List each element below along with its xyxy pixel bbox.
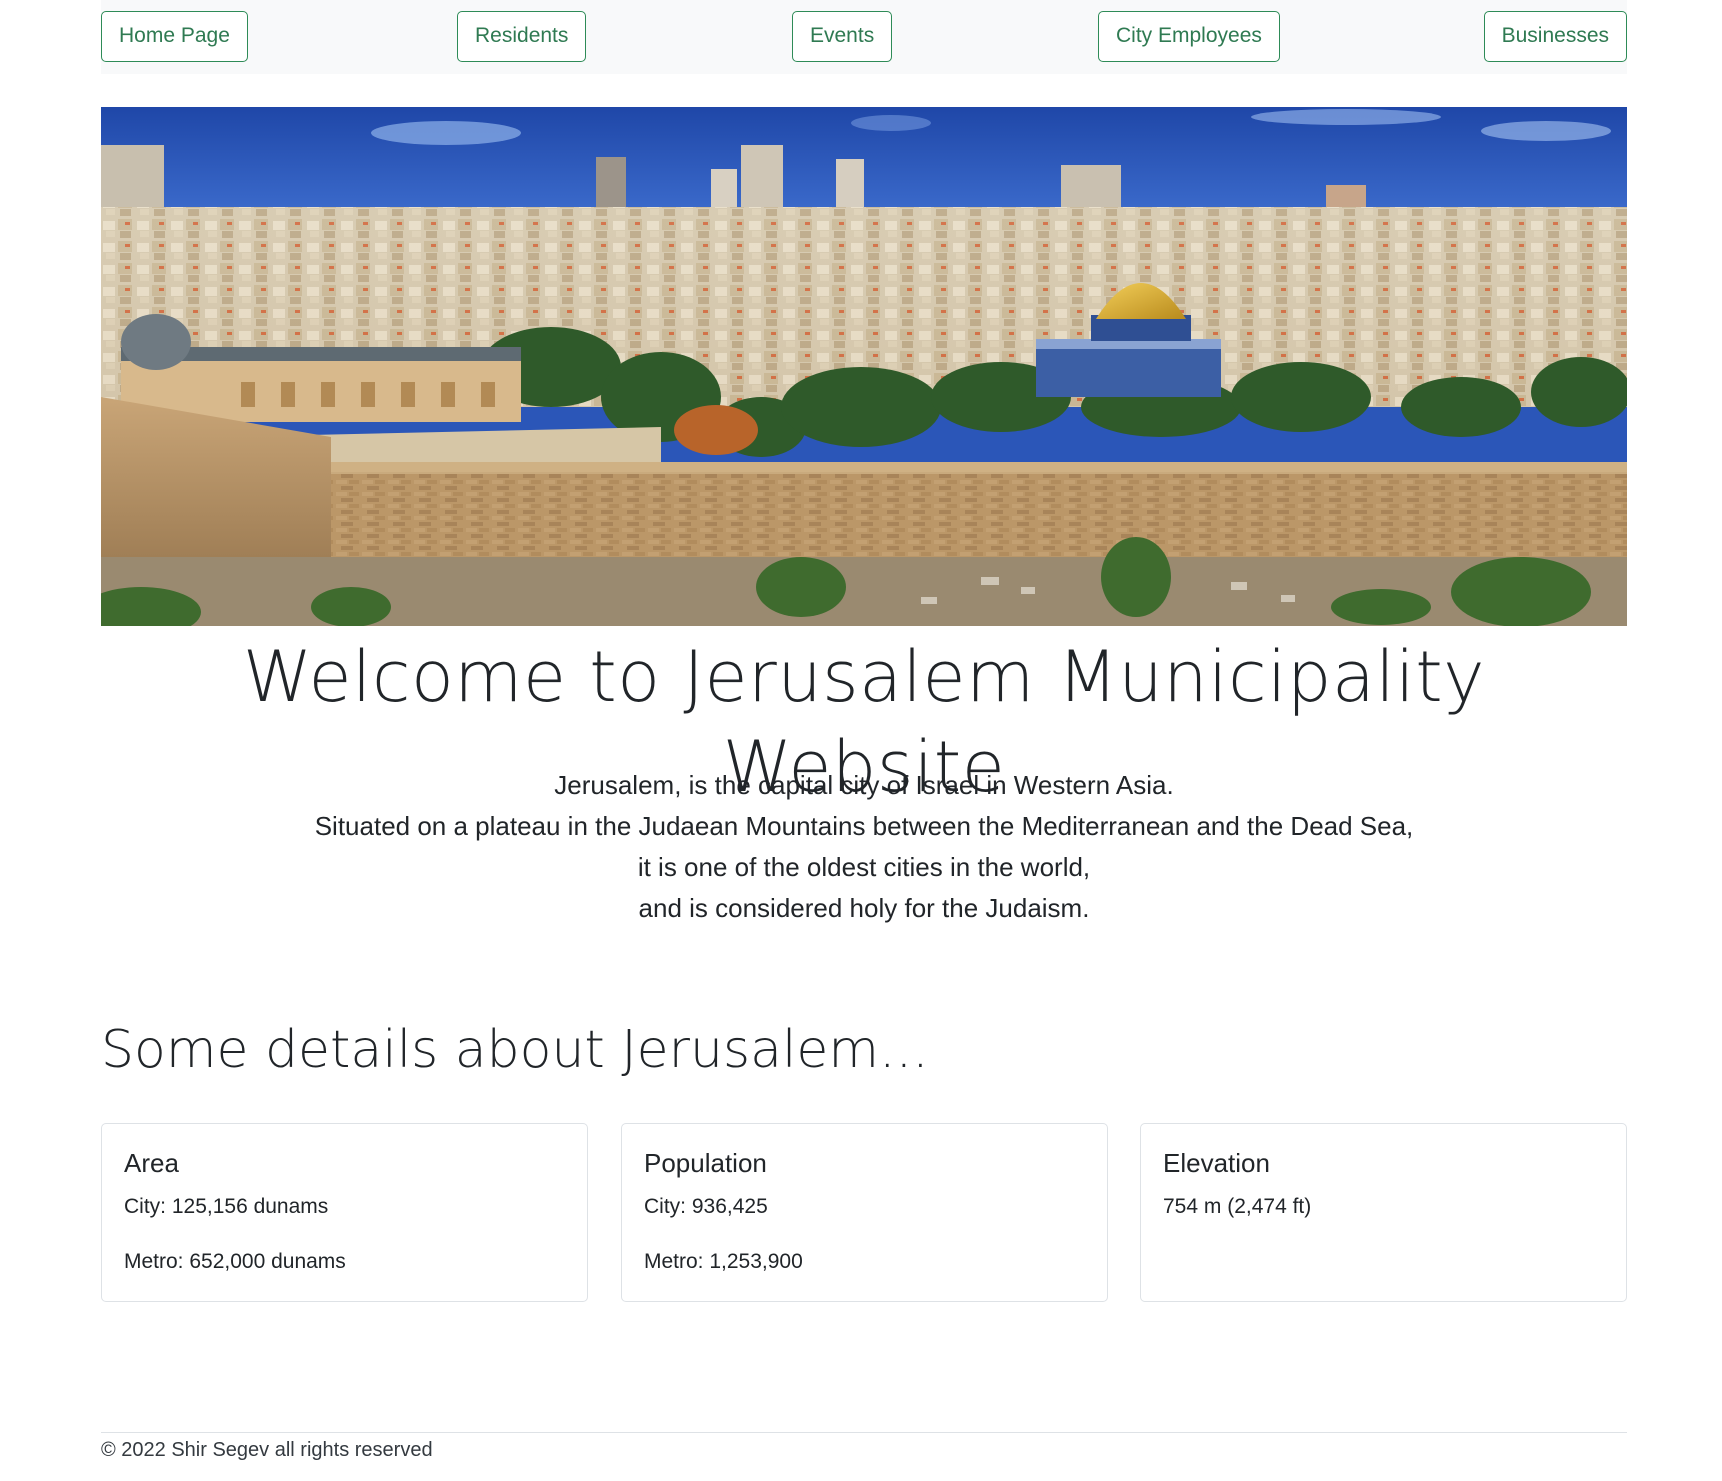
- area-card: Area City: 125,156 dunams Metro: 652,000…: [101, 1123, 588, 1302]
- card-text: City: 936,425: [644, 1195, 768, 1218]
- elevation-card: Elevation 754 m (2,474 ft): [1140, 1123, 1627, 1302]
- card-title: Area: [124, 1148, 179, 1178]
- intro-line: Situated on a plateau in the Judaean Mou…: [314, 811, 1414, 841]
- nav-businesses-button[interactable]: Businesses: [1483, 11, 1627, 62]
- intro-line: and is considered holy for the Judaism.: [638, 893, 1090, 923]
- nav-events-button[interactable]: Events: [792, 11, 893, 62]
- card-text: Metro: 652,000 dunams: [124, 1250, 346, 1273]
- card-title: Population: [644, 1148, 767, 1178]
- footer-divider: [101, 1432, 1627, 1433]
- card-text: 754 m (2,474 ft): [1163, 1195, 1312, 1218]
- intro-line: Jerusalem, is the capital city of Israel…: [554, 770, 1174, 800]
- nav-city-employees-button[interactable]: City Employees: [1098, 11, 1280, 62]
- hero-image: [101, 107, 1627, 626]
- card-text: City: 125,156 dunams: [124, 1195, 329, 1218]
- top-navbar: Home Page Residents Events City Employee…: [101, 0, 1627, 74]
- card-text: Metro: 1,253,900: [644, 1250, 803, 1273]
- nav-residents-button[interactable]: Residents: [457, 11, 587, 62]
- intro-line: it is one of the oldest cities in the wo…: [637, 852, 1091, 882]
- intro-paragraph: Jerusalem, is the capital city of Israel…: [101, 765, 1627, 929]
- details-section-title: Some details about Jerusalem...: [101, 1020, 929, 1080]
- nav-home-page-button[interactable]: Home Page: [101, 11, 248, 62]
- card-title: Elevation: [1163, 1148, 1270, 1178]
- population-card: Population City: 936,425 Metro: 1,253,90…: [621, 1123, 1108, 1302]
- jerusalem-panorama-illustration: [101, 107, 1627, 626]
- footer-copyright: © 2022 Shir Segev all rights reserved: [101, 1439, 433, 1461]
